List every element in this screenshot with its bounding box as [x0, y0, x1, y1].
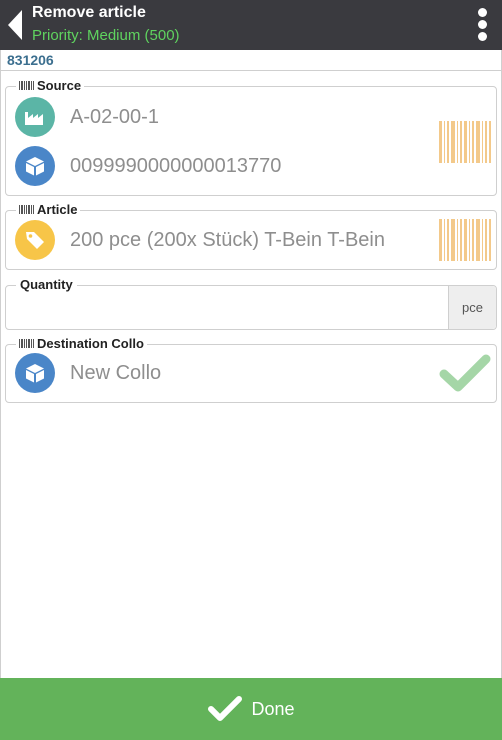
more-vertical-icon[interactable] [470, 6, 494, 44]
priority-label: Priority: Medium (500) [32, 27, 180, 44]
source-panel: Source A-02-00-1 0099990000000013770 [5, 78, 497, 196]
order-strip: 831206 [0, 50, 502, 71]
app-header: Remove article Priority: Medium (500) [0, 0, 502, 50]
tag-icon [15, 220, 55, 260]
barcode-icon [19, 81, 34, 90]
destination-panel: Destination Collo New Collo [5, 336, 497, 403]
box-icon [15, 353, 55, 393]
left-border [0, 71, 1, 678]
destination-legend-label: Destination Collo [37, 336, 144, 351]
done-label: Done [251, 698, 295, 719]
article-legend-label: Article [37, 202, 78, 217]
source-container-value: 0099990000000013770 [70, 154, 282, 177]
source-legend-label: Source [37, 78, 82, 93]
source-location-row[interactable]: A-02-00-1 [15, 97, 159, 137]
article-row[interactable]: 200 pce (200x Stück) T-Bein T-Bein [15, 220, 385, 260]
article-value: 200 pce (200x Stück) T-Bein T-Bein [70, 228, 385, 251]
article-legend: Article [16, 202, 81, 217]
barcode-icon [19, 339, 34, 348]
article-panel: Article 200 pce (200x Stück) T-Bein T-Be… [5, 202, 497, 270]
scan-barcode-icon[interactable] [439, 121, 491, 163]
quantity-input[interactable] [6, 286, 448, 329]
order-number: 831206 [7, 52, 54, 68]
checkmark-icon [208, 696, 243, 721]
quantity-unit: pce [448, 286, 496, 329]
done-button[interactable]: Done [0, 678, 502, 740]
source-container-row[interactable]: 0099990000000013770 [15, 146, 281, 186]
source-location-value: A-02-00-1 [70, 105, 159, 128]
chevron-left-icon [8, 10, 22, 40]
scan-barcode-icon[interactable] [439, 219, 491, 261]
box-icon [15, 146, 55, 186]
destination-legend: Destination Collo [16, 336, 147, 351]
destination-row[interactable]: New Collo [15, 353, 161, 393]
barcode-icon [19, 205, 34, 214]
source-legend: Source [16, 78, 85, 93]
back-button[interactable] [0, 0, 30, 50]
destination-value: New Collo [70, 361, 162, 384]
quantity-panel: Quantity pce [5, 277, 497, 330]
page-title: Remove article [32, 4, 146, 21]
factory-icon [15, 97, 55, 137]
checkmark-icon[interactable] [439, 353, 491, 393]
